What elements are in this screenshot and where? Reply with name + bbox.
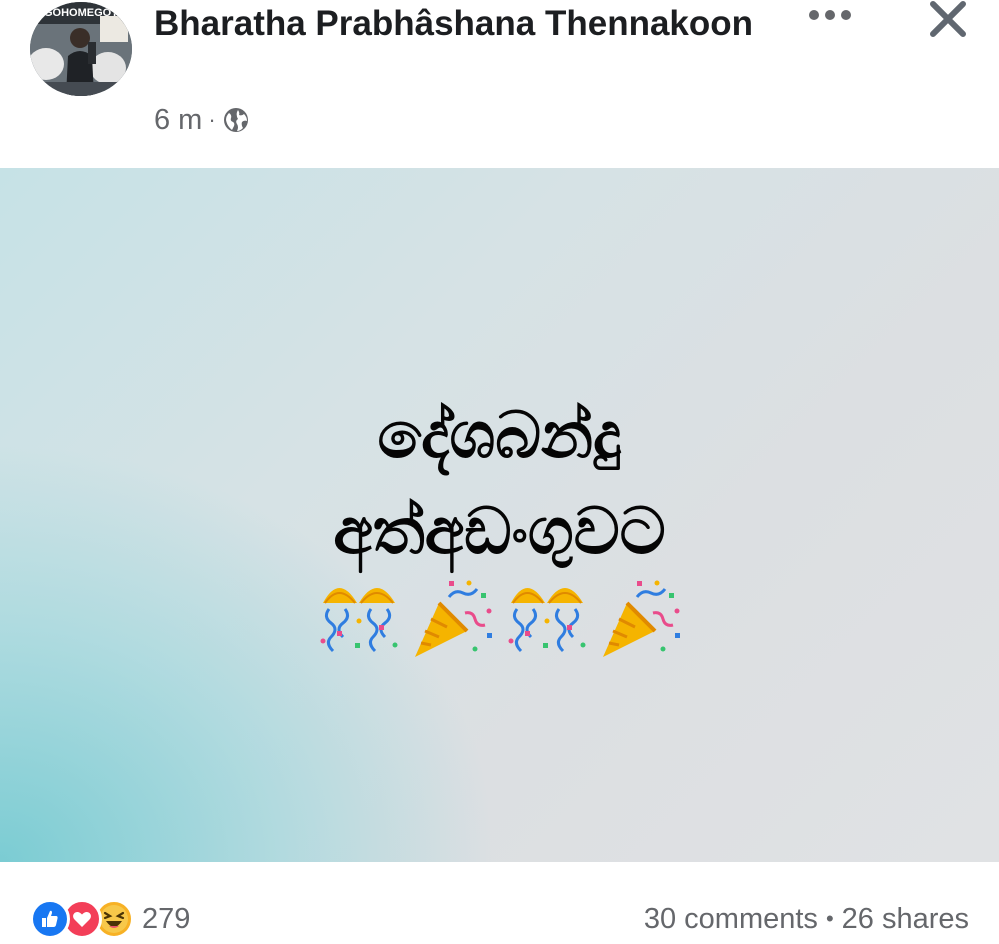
post-stats: 30 comments • 26 shares (644, 898, 969, 940)
reaction-count[interactable]: 279 (142, 903, 190, 936)
like-reaction-icon (30, 899, 70, 939)
party-popper-icon (603, 580, 680, 657)
more-options-button[interactable] (800, 0, 860, 30)
party-popper-icon (415, 580, 492, 657)
more-dots-icon (809, 10, 851, 20)
author-name[interactable]: Bharatha Prabhâshana Thennakoon (154, 0, 754, 48)
globe-icon[interactable] (222, 106, 250, 134)
confetti-ball-icon (508, 588, 586, 653)
post-text-line-2: අත්අඩංගුවට (333, 495, 666, 569)
avatar[interactable]: GOHOMEGOTA2022 (30, 2, 132, 96)
close-button[interactable] (920, 0, 976, 44)
post-background[interactable]: දේශබන්දු අත්අඩංගුවට (0, 168, 999, 862)
avatar-photo: GOHOMEGOTA2022 (30, 2, 132, 96)
close-icon (930, 1, 966, 37)
post-timestamp[interactable]: 6 m (154, 104, 202, 137)
comments-count[interactable]: 30 comments (644, 903, 818, 936)
stats-separator: • (825, 906, 834, 931)
emoji-row (315, 573, 685, 665)
post-text: දේශබන්දු අත්අඩංගුවට (0, 388, 999, 580)
post-footer: 279 30 comments • 26 shares (0, 862, 999, 944)
reaction-summary[interactable]: 279 (30, 898, 190, 940)
shares-count[interactable]: 26 shares (842, 903, 969, 936)
post-text-line-1: දේශබන්දු (377, 399, 622, 473)
post-header: GOHOMEGOTA2022 Bharatha Prabhâshana Then… (0, 0, 999, 168)
facebook-post: GOHOMEGOTA2022 Bharatha Prabhâshana Then… (0, 0, 999, 944)
meta-separator: · (208, 107, 216, 132)
post-meta: 6 m · (154, 98, 250, 142)
confetti-ball-icon (320, 588, 398, 653)
